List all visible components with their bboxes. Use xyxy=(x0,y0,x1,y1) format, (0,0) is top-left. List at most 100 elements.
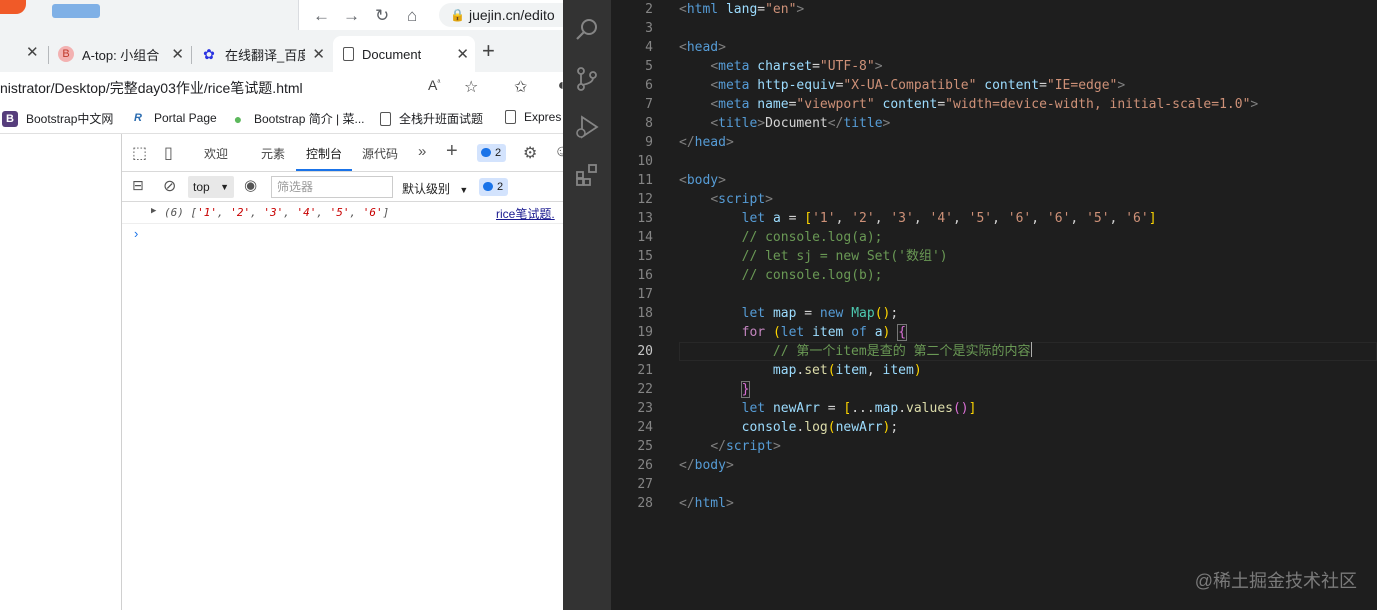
line-number: 11 xyxy=(637,173,653,188)
code-line[interactable]: 21 map.set(item, item) xyxy=(611,361,1377,380)
line-number: 9 xyxy=(645,135,653,150)
tab-baidu-translate[interactable]: ✿ 在线翻译_百度 ✕ xyxy=(201,36,331,72)
devtools-tabbar: ⬚ ▯ 欢迎 元素 控制台 源代码 » + 2 ⚙ ☺ xyxy=(122,134,563,172)
back-icon[interactable]: ← xyxy=(313,6,330,26)
device-toolbar-icon[interactable]: ▯ xyxy=(164,143,173,163)
code-line[interactable]: 13 let a = ['1', '2', '3', '4', '5', '6'… xyxy=(611,209,1377,228)
console-log-entry[interactable]: ▶ (6) ['1', '2', '3', '4', '5', '6'] ric… xyxy=(122,202,563,224)
tab-atop[interactable]: B A-top: 小组合 ✕ xyxy=(58,36,190,72)
line-number: 4 xyxy=(645,40,653,55)
bookmark-bootstrap-cn[interactable]: B Bootstrap中文网 xyxy=(2,110,113,127)
code-line[interactable]: 4 <head> xyxy=(611,38,1377,57)
bookmark-portal-page[interactable]: R Portal Page xyxy=(130,110,217,126)
tab-welcome[interactable]: 欢迎 xyxy=(204,145,228,162)
background-app-tab[interactable] xyxy=(0,0,26,14)
code-line[interactable]: 7 <meta name="viewport" content="width=d… xyxy=(611,95,1377,114)
code-line[interactable]: 27 xyxy=(611,475,1377,494)
new-tab-icon[interactable]: + xyxy=(482,38,495,64)
code-text: let newArr = [...map.values()] xyxy=(741,401,977,416)
line-number: 16 xyxy=(637,268,653,283)
code-line[interactable]: 23 let newArr = [...map.values()] xyxy=(611,399,1377,418)
more-tabs-icon[interactable]: » xyxy=(418,143,426,160)
code-line[interactable]: 10 xyxy=(611,152,1377,171)
console-issues-badge[interactable]: 2 xyxy=(479,178,509,196)
code-line[interactable]: 6 <meta http-equiv="X-UA-Compatible" con… xyxy=(611,76,1377,95)
clear-console-icon[interactable]: ⊘ xyxy=(163,176,176,196)
background-address-field[interactable]: 🔒 juejin.cn/edito xyxy=(439,3,563,27)
inspect-icon[interactable]: ⬚ xyxy=(132,143,147,163)
tab-document[interactable]: Document ✕ xyxy=(333,36,475,72)
add-favorite-icon[interactable]: ☆ xyxy=(464,77,478,97)
array-item: '6' xyxy=(362,206,383,219)
code-line[interactable]: 18 let map = new Map(); xyxy=(611,304,1377,323)
source-link[interactable]: rice笔试题. xyxy=(496,205,555,222)
bookmark-express[interactable]: Expres xyxy=(505,110,561,124)
close-icon[interactable]: ✕ xyxy=(26,43,39,61)
reload-icon[interactable]: ↻ xyxy=(375,6,389,26)
code-line[interactable]: 11 <body> xyxy=(611,171,1377,190)
line-number: 19 xyxy=(637,325,653,340)
array-item: '5' xyxy=(329,206,350,219)
code-line[interactable]: 15 // let sj = new Set('数组') xyxy=(611,247,1377,266)
close-icon[interactable]: ✕ xyxy=(456,45,469,63)
sidebar-toggle-icon[interactable]: ⊟ xyxy=(132,177,144,194)
favorites-icon[interactable]: ✩ xyxy=(514,77,527,97)
extensions-icon[interactable]: ◖ xyxy=(556,77,563,95)
search-icon[interactable] xyxy=(574,17,600,43)
code-line[interactable]: 8 <title>Document</title> xyxy=(611,114,1377,133)
code-text: for (let item of a) { xyxy=(741,324,907,341)
context-select[interactable]: top ▼ xyxy=(188,176,234,198)
forward-icon[interactable]: → xyxy=(343,6,360,26)
close-icon[interactable]: ✕ xyxy=(312,45,325,63)
code-line[interactable]: 5 <meta charset="UTF-8"> xyxy=(611,57,1377,76)
code-text: // 第一个item是查的 第二个是实际的内容 xyxy=(772,342,1032,359)
code-line[interactable]: 22 } xyxy=(611,380,1377,399)
folder-icon[interactable] xyxy=(52,4,100,18)
read-aloud-icon[interactable]: Aᵃ xyxy=(428,77,440,93)
line-number: 17 xyxy=(637,287,653,302)
bookmark-bootstrap-intro[interactable]: ● Bootstrap 简介 | 菜... xyxy=(230,110,365,127)
line-number: 3 xyxy=(645,21,653,36)
code-line[interactable]: 24 console.log(newArr); xyxy=(611,418,1377,437)
page-icon xyxy=(343,47,354,61)
text-cursor xyxy=(1030,342,1032,357)
profile-icon[interactable]: ☺ xyxy=(554,143,563,161)
page-icon xyxy=(505,110,516,124)
line-number: 26 xyxy=(637,458,653,473)
expand-triangle-icon[interactable]: ▶ xyxy=(151,206,156,216)
address-bar[interactable]: nistrator/Desktop/完整day03作业/rice笔试题.html… xyxy=(0,72,563,104)
log-level-select[interactable]: 默认级别 ▼ xyxy=(402,180,468,197)
code-line[interactable]: 25 </script> xyxy=(611,437,1377,456)
extensions-icon[interactable] xyxy=(574,162,600,188)
code-line[interactable]: 3 xyxy=(611,19,1377,38)
code-line[interactable]: 2 <html lang="en"> xyxy=(611,0,1377,19)
array-item: '3' xyxy=(263,206,284,219)
console-prompt[interactable]: › xyxy=(134,226,138,241)
code-line[interactable]: 17 xyxy=(611,285,1377,304)
tab-elements[interactable]: 元素 xyxy=(261,145,285,162)
bookmark-interview[interactable]: 全栈升班面试题 xyxy=(380,110,483,127)
run-debug-icon[interactable] xyxy=(574,114,600,140)
filter-input[interactable]: 筛选器 xyxy=(271,176,393,198)
live-expression-eye-icon[interactable]: ◉ xyxy=(244,176,257,194)
code-line[interactable]: 14 // console.log(a); xyxy=(611,228,1377,247)
code-line[interactable]: 12 <script> xyxy=(611,190,1377,209)
close-icon[interactable]: ✕ xyxy=(171,45,184,63)
settings-gear-icon[interactable]: ⚙ xyxy=(523,143,537,163)
code-line[interactable]: 19 for (let item of a) { xyxy=(611,323,1377,342)
code-line[interactable]: 16 // console.log(b); xyxy=(611,266,1377,285)
code-line[interactable]: 9 </head> xyxy=(611,133,1377,152)
tab-sources[interactable]: 源代码 xyxy=(362,145,398,162)
code-editor[interactable]: 2 <html lang="en"> 3 4 <head> 5 <meta char… xyxy=(611,0,1377,610)
portal-icon: R xyxy=(134,112,142,124)
home-icon[interactable]: ⌂ xyxy=(407,6,417,26)
code-line[interactable]: 26 </body> xyxy=(611,456,1377,475)
page-content xyxy=(0,134,122,610)
tab-console[interactable]: 控制台 xyxy=(306,145,342,162)
line-number: 12 xyxy=(637,192,653,207)
issues-badge[interactable]: 2 xyxy=(477,144,507,162)
add-tab-icon[interactable]: + xyxy=(446,140,458,163)
code-line[interactable]: 28 </html> xyxy=(611,494,1377,513)
code-line-current[interactable]: 20 // 第一个item是查的 第二个是实际的内容 xyxy=(611,342,1377,361)
source-control-icon[interactable] xyxy=(574,66,600,92)
